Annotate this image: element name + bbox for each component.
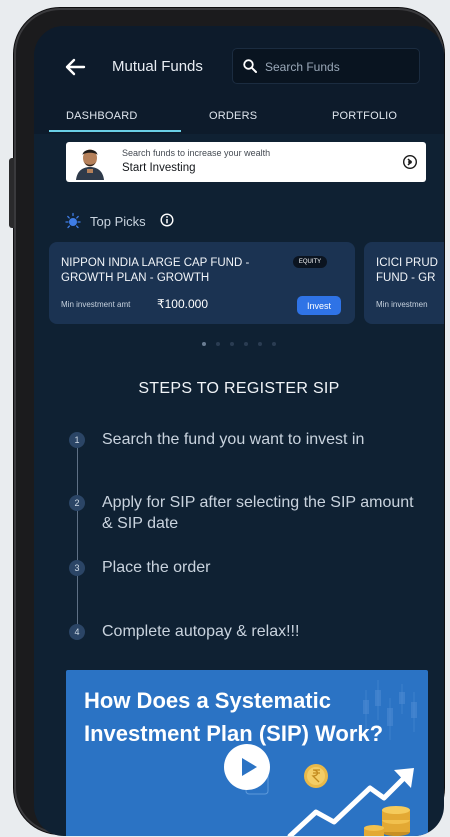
growth-chart-icon xyxy=(287,764,414,836)
category-badge: EQUITY xyxy=(293,256,327,268)
page-title: Mutual Funds xyxy=(112,58,203,75)
step-text: Complete autopay & relax!!! xyxy=(102,623,300,640)
carousel-dot[interactable] xyxy=(258,342,262,346)
search-box[interactable] xyxy=(232,48,420,84)
search-input[interactable] xyxy=(265,55,415,79)
carousel-dot[interactable] xyxy=(244,342,248,346)
avatar xyxy=(70,144,110,180)
step-text: Apply for SIP after selecting the SIP am… xyxy=(102,494,414,532)
tab-dashboard[interactable]: DASHBOARD xyxy=(66,110,137,122)
carousel-dot[interactable] xyxy=(230,342,234,346)
fund-card[interactable]: NIPPON INDIA LARGE CAP FUND - GROWTH PLA… xyxy=(49,242,355,324)
app-screen: Mutual Funds DASHBOARD ORDERS PORTFOLIO xyxy=(34,26,444,836)
carousel-dot[interactable] xyxy=(202,342,206,346)
search-icon xyxy=(243,59,257,73)
info-icon[interactable] xyxy=(160,213,174,227)
fund-name: NIPPON INDIA LARGE CAP FUND - GROWTH PLA… xyxy=(61,257,250,284)
promo-subtitle: Search funds to increase your wealth xyxy=(122,148,271,158)
carousel-dot[interactable] xyxy=(272,342,276,346)
step-number: 2 xyxy=(69,495,85,511)
play-button[interactable] xyxy=(224,744,270,790)
tab-portfolio[interactable]: PORTFOLIO xyxy=(332,110,397,122)
fund-card[interactable]: ICICI PRUD FUND - GR Min investmen xyxy=(364,242,444,324)
steps-title: STEPS TO REGISTER SIP xyxy=(138,380,340,397)
carousel-dot[interactable] xyxy=(216,342,220,346)
step-number: 3 xyxy=(69,560,85,576)
tab-orders[interactable]: ORDERS xyxy=(209,110,257,122)
play-icon xyxy=(242,758,257,776)
arrow-right-circle-icon[interactable] xyxy=(402,154,418,170)
step-text: Search the fund you want to invest in xyxy=(102,431,365,448)
sip-video-card[interactable]: How Does a Systematic Investment Plan (S… xyxy=(66,670,428,836)
active-tab-indicator xyxy=(49,130,181,132)
fund-name: ICICI PRUD FUND - GR xyxy=(376,257,438,284)
bulb-icon xyxy=(65,212,81,229)
back-arrow-icon[interactable] xyxy=(64,58,86,76)
top-picks-label: Top Picks xyxy=(90,214,146,229)
app-header: Mutual Funds DASHBOARD ORDERS PORTFOLIO xyxy=(34,26,444,134)
min-investment-label: Min investment amt xyxy=(61,300,131,309)
timeline-line xyxy=(77,440,78,630)
start-investing-banner[interactable]: Search funds to increase your wealth Sta… xyxy=(66,142,426,182)
promo-title: Start Investing xyxy=(122,162,196,174)
min-investment-label: Min investmen xyxy=(376,300,428,309)
phone-frame: Mutual Funds DASHBOARD ORDERS PORTFOLIO xyxy=(9,8,444,836)
step-number: 4 xyxy=(69,624,85,640)
invest-button[interactable]: Invest xyxy=(297,296,341,315)
min-investment-value: ₹100.000 xyxy=(157,297,209,311)
step-text: Place the order xyxy=(102,559,211,576)
step-number: 1 xyxy=(69,432,85,448)
